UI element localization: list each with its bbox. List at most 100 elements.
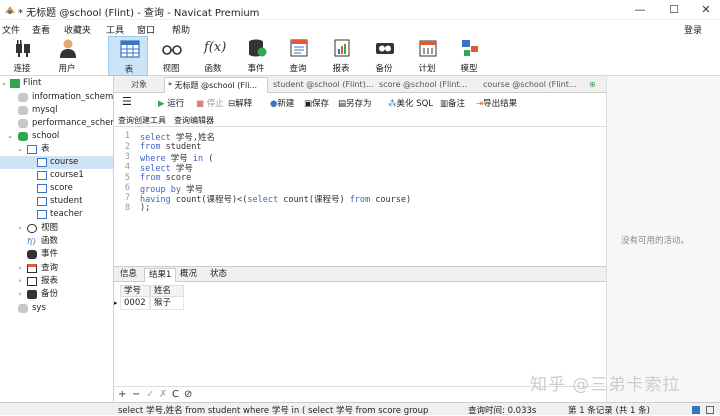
stop-fetch-button[interactable]: ⊘ (184, 389, 192, 400)
backup-icon (27, 290, 37, 299)
tab-query-builder[interactable]: 查询创建工具 (118, 115, 166, 126)
title-bar: * 无标题 @school (Flint) - 查询 - Navicat Pre… (0, 0, 720, 20)
tree-item-tables[interactable]: ⌄ 表 (0, 143, 113, 156)
ribbon-toolbar: 连接 用户 表 视图 f(x) 函数 事件 查询 报表 备份 计划 模型 (0, 36, 720, 76)
ribbon-report-button[interactable]: 报表 (321, 36, 361, 76)
tree-item-table[interactable]: score (0, 182, 113, 195)
menu-favorites[interactable]: 收藏夹 (64, 23, 91, 36)
run-button[interactable]: ▶ 运行 (158, 97, 184, 109)
menu-help[interactable]: 帮助 (172, 23, 190, 36)
sql-keyword: select (247, 195, 279, 205)
ribbon-user-button[interactable]: 用户 (47, 36, 87, 76)
new-button[interactable]: ●新建 (270, 97, 294, 109)
note-button[interactable]: ▥备注 (440, 97, 465, 109)
menu-file[interactable]: 文件 (2, 23, 20, 36)
menu-tools[interactable]: 工具 (106, 23, 124, 36)
chevron-right-icon[interactable]: › (16, 275, 24, 288)
ribbon-function-button[interactable]: f(x) 函数 (193, 36, 233, 76)
tab-objects[interactable]: 对象 (128, 77, 168, 93)
tab-result1[interactable]: 结果1 (144, 268, 177, 282)
tree-item-db[interactable]: performance_schema (0, 117, 113, 130)
tab-status[interactable]: 状态 (206, 268, 231, 282)
form-view-icon[interactable] (706, 406, 714, 414)
chevron-down-icon[interactable]: ⌄ (0, 77, 8, 90)
database-icon (18, 132, 28, 141)
tree-item-table[interactable]: course1 (0, 169, 113, 182)
tree-item-table[interactable]: teacher (0, 208, 113, 221)
tab-query-editor[interactable]: 查询编辑器 (174, 115, 214, 126)
tree-item-db[interactable]: mysql (0, 104, 113, 117)
status-query-time: 查询时间: 0.033s (468, 406, 537, 416)
ribbon-schedule-button[interactable]: 计划 (407, 36, 447, 76)
ribbon-model-button[interactable]: 模型 (449, 36, 489, 76)
tree-item-reports[interactable]: › 报表 (0, 275, 113, 288)
play-icon: ▶ (158, 99, 165, 109)
save-as-button[interactable]: ▤另存为 (338, 97, 372, 109)
tree-item-db[interactable]: information_schema (0, 91, 113, 104)
tree-item-events[interactable]: 事件 (0, 248, 113, 261)
new-tab-icon[interactable]: ⊕ (586, 77, 604, 93)
ribbon-connection-button[interactable]: 连接 (2, 36, 42, 76)
ribbon-backup-button[interactable]: 备份 (364, 36, 404, 76)
stop-button[interactable]: ■ 停止 (196, 97, 224, 109)
tree-item-views[interactable]: › 视图 (0, 222, 113, 235)
ribbon-view-button[interactable]: 视图 (151, 36, 191, 76)
column-header[interactable]: 姓名 (150, 285, 184, 297)
delete-record-button[interactable]: − (132, 389, 140, 400)
apply-changes-button[interactable]: ✓ (146, 389, 154, 400)
ribbon-table-button[interactable]: 表 (108, 36, 148, 76)
chevron-down-icon[interactable]: ⌄ (6, 130, 14, 143)
menu-view[interactable]: 查看 (32, 23, 50, 36)
tree-label: 备份 (41, 289, 59, 299)
tab-profile[interactable]: 概况 (176, 268, 201, 282)
tree-item-table[interactable]: course (0, 156, 113, 169)
tree-item-queries[interactable]: › 查询 (0, 262, 113, 275)
tree-item-sys[interactable]: sys (0, 302, 113, 315)
tree-label: 事件 (41, 249, 59, 259)
grid-view-icon[interactable] (692, 406, 700, 414)
tree-item-backups[interactable]: › 备份 (0, 288, 113, 301)
chevron-down-icon[interactable]: ⌄ (16, 143, 24, 156)
close-button[interactable]: ✕ (692, 2, 720, 18)
save-button[interactable]: ▣保存 (304, 97, 329, 109)
discard-changes-button[interactable]: ✗ (159, 389, 167, 400)
table-icon (37, 210, 47, 219)
beautify-sql-button[interactable]: ⁂美化 SQL (388, 97, 433, 109)
chevron-right-icon[interactable]: › (16, 288, 24, 301)
ribbon-event-button[interactable]: 事件 (236, 36, 276, 76)
chevron-right-icon[interactable]: › (16, 222, 24, 235)
add-record-button[interactable]: + (118, 389, 126, 400)
table-cell[interactable]: 猴子 (150, 297, 184, 310)
tab-course[interactable]: course @school (Flint... (480, 77, 584, 93)
tree-item-school[interactable]: ⌄ school (0, 130, 113, 143)
wand-icon: ⁂ (388, 99, 397, 109)
beautify-label: 美化 SQL (396, 99, 434, 109)
ribbon-query-button[interactable]: 查询 (278, 36, 318, 76)
column-header[interactable]: 学号 (120, 285, 150, 297)
menu-icon[interactable]: ☰ (122, 95, 132, 108)
tab-score[interactable]: score @school (Flint... (376, 77, 480, 93)
minimize-button[interactable]: — (626, 2, 654, 18)
explain-button[interactable]: ⊟解释 (228, 97, 252, 109)
sql-keyword: from (140, 173, 161, 183)
maximize-button[interactable]: ☐ (660, 2, 688, 18)
stop-label: 停止 (206, 99, 224, 109)
login-link[interactable]: 登录 (684, 23, 702, 36)
tab-untitled-query[interactable]: * 无标题 @school (Fli... (164, 77, 268, 93)
tree-label: performance_schema (32, 118, 113, 128)
export-results-button[interactable]: ⇥导出结果 (476, 97, 517, 109)
sql-editor[interactable]: 1 2 3 4 5 6 7 8 select 学号,姓名 from studen… (114, 128, 606, 266)
function-icon: f(x) (204, 40, 227, 55)
tab-student[interactable]: student @school (Flint)... (270, 77, 374, 93)
refresh-button[interactable]: C (172, 389, 179, 400)
table-cell[interactable]: 0002 (120, 297, 150, 310)
chevron-right-icon[interactable]: › (16, 262, 24, 275)
tree-item-table[interactable]: student (0, 195, 113, 208)
tree-item-functions[interactable]: f() 函数 (0, 235, 113, 248)
tree-label: score (50, 183, 73, 193)
tree-item-flint[interactable]: ⌄ Flint (0, 77, 113, 90)
tab-label: * 无标题 @school (Fli... (168, 81, 258, 90)
menu-window[interactable]: 窗口 (137, 23, 155, 36)
tab-info[interactable]: 信息 (116, 268, 141, 282)
sql-text: student (160, 142, 202, 152)
